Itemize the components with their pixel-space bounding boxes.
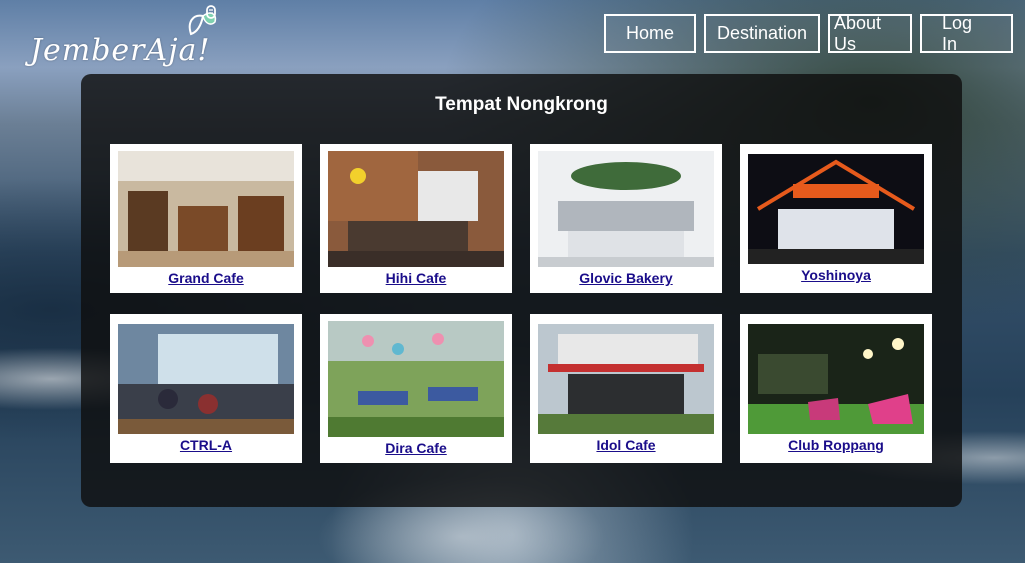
place-card-club-roppang[interactable]: Club Roppang xyxy=(740,314,932,463)
place-card-ctrl-a[interactable]: CTRL-A xyxy=(110,314,302,463)
place-link[interactable]: Glovic Bakery xyxy=(579,270,672,286)
place-card-idol-cafe[interactable]: Idol Cafe xyxy=(530,314,722,463)
nav-login-button[interactable]: Log In xyxy=(920,13,1013,54)
place-link[interactable]: Idol Cafe xyxy=(596,437,655,453)
logo-text: JemberAja! xyxy=(30,33,211,68)
place-link[interactable]: Club Roppang xyxy=(788,437,884,453)
place-photo[interactable] xyxy=(328,321,504,437)
panel-title: Tempat Nongkrong xyxy=(435,94,608,115)
place-link[interactable]: Dira Cafe xyxy=(385,440,446,456)
place-photo[interactable] xyxy=(748,154,924,264)
site-logo[interactable]: JemberAja! xyxy=(30,5,230,68)
place-link[interactable]: Hihi Cafe xyxy=(386,270,447,286)
place-link[interactable]: CTRL-A xyxy=(180,437,232,453)
place-link[interactable]: Grand Cafe xyxy=(168,270,243,286)
places-panel: Tempat Nongkrong Grand Cafe Hihi Cafe Gl… xyxy=(81,74,962,507)
main-nav: Home Destination About Us Log In xyxy=(604,13,1013,54)
place-photo[interactable] xyxy=(118,324,294,434)
place-card-dira-cafe[interactable]: Dira Cafe xyxy=(320,314,512,463)
leaf-mic-icon xyxy=(188,5,217,36)
place-link[interactable]: Yoshinoya xyxy=(801,267,871,283)
place-photo[interactable] xyxy=(748,324,924,434)
place-card-glovic-bakery[interactable]: Glovic Bakery xyxy=(530,144,722,293)
place-photo[interactable] xyxy=(118,151,294,267)
nav-about-us-button[interactable]: About Us xyxy=(828,13,912,54)
place-photo[interactable] xyxy=(328,151,504,267)
place-card-hihi-cafe[interactable]: Hihi Cafe xyxy=(320,144,512,293)
nav-home-button[interactable]: Home xyxy=(604,14,696,53)
place-photo[interactable] xyxy=(538,151,714,267)
place-photo[interactable] xyxy=(538,324,714,434)
place-card-grand-cafe[interactable]: Grand Cafe xyxy=(110,144,302,293)
places-grid: Grand Cafe Hihi Cafe Glovic Bakery Yoshi… xyxy=(110,144,932,463)
nav-destination-button[interactable]: Destination xyxy=(704,14,820,53)
place-card-yoshinoya[interactable]: Yoshinoya xyxy=(740,144,932,293)
